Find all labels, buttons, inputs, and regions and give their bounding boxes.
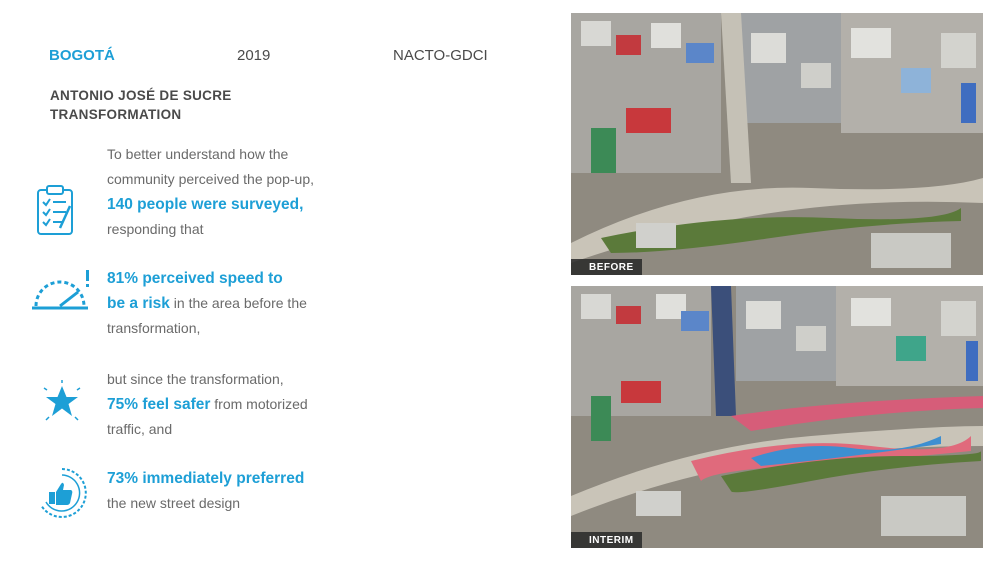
stat-preferred-highlight: 73% immediately preferred [107,470,305,487]
star-icon [40,380,84,424]
stat-safer-pre: but since the transformation, [107,371,284,387]
before-photo-label: BEFORE [571,259,642,275]
speedometer-warning-icon [30,268,92,312]
stat-speed-risk: 81% perceived speed to be a risk in the … [107,266,347,341]
stat-surveyed-highlight: 140 people were surveyed, [107,196,304,213]
stat-speed-highlight-b: be a risk [107,295,170,312]
stat-surveyed-post: responding that [107,221,204,237]
thumbs-up-icon [35,466,89,520]
interim-aerial-photo: INTERIM [571,286,983,548]
organization-label: NACTO-GDCI [393,47,488,64]
stat-safer-highlight: 75% feel safer [107,396,211,413]
stat-surveyed: To better understand how the community p… [107,142,347,242]
page-title: ANTONIO JOSÉ DE SUCRE TRANSFORMATION [50,88,232,122]
before-aerial-photo: BEFORE [571,13,983,275]
stat-surveyed-pre: To better understand how the community p… [107,146,314,187]
stat-preferred-post: the new street design [107,495,241,511]
stat-preferred: 73% immediately preferred the new street… [107,466,347,516]
year-label: 2019 [237,47,271,64]
interim-photo-label: INTERIM [571,532,642,548]
clipboard-checklist-icon [36,184,74,236]
city-label: BOGOTÁ [49,47,115,64]
stat-speed-highlight-a: 81% perceived speed to [107,270,283,287]
stat-feel-safer: but since the transformation, 75% feel s… [107,367,347,442]
